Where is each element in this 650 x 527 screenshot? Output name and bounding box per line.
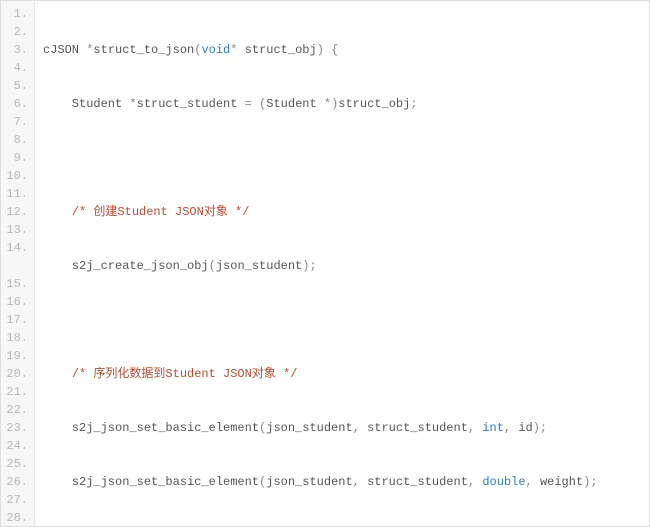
line-number: 5. [1, 77, 28, 95]
line-number: 24. [1, 437, 28, 455]
line-number: 20. [1, 365, 28, 383]
line-number: 16. [1, 293, 28, 311]
code-line: s2j_json_set_basic_element(json_student,… [43, 419, 649, 437]
code-line: /* 序列化数据到Student JSON对象 */ [43, 365, 649, 383]
line-number: 8. [1, 131, 28, 149]
line-number: 2. [1, 23, 28, 41]
line-number: 13. [1, 221, 28, 239]
line-number: 1. [1, 5, 28, 23]
code-line: s2j_create_json_obj(json_student); [43, 257, 649, 275]
line-number: 22. [1, 401, 28, 419]
line-number: 23. [1, 419, 28, 437]
line-number: 28. [1, 509, 28, 527]
line-number: 27. [1, 491, 28, 509]
line-number: 11. [1, 185, 28, 203]
code-line [43, 149, 649, 167]
line-number: 25. [1, 455, 28, 473]
code-line [43, 311, 649, 329]
line-number: 14. [1, 239, 28, 257]
line-number: 15. [1, 275, 28, 293]
line-number: 6. [1, 95, 28, 113]
line-number [1, 257, 28, 275]
code-line: Student *struct_student = (Student *)str… [43, 95, 649, 113]
code-editor: 1. 2. 3. 4. 5. 6. 7. 8. 9. 10. 11. 12. 1… [0, 0, 650, 527]
code-area[interactable]: cJSON *struct_to_json(void* struct_obj) … [35, 1, 649, 526]
line-number-gutter: 1. 2. 3. 4. 5. 6. 7. 8. 9. 10. 11. 12. 1… [1, 1, 35, 526]
line-number: 4. [1, 59, 28, 77]
code-line: /* 创建Student JSON对象 */ [43, 203, 649, 221]
line-number: 12. [1, 203, 28, 221]
line-number: 3. [1, 41, 28, 59]
line-number: 10. [1, 167, 28, 185]
line-number: 18. [1, 329, 28, 347]
line-number: 21. [1, 383, 28, 401]
line-number: 7. [1, 113, 28, 131]
line-number: 26. [1, 473, 28, 491]
code-line: cJSON *struct_to_json(void* struct_obj) … [43, 41, 649, 59]
line-number: 9. [1, 149, 28, 167]
code-line: s2j_json_set_basic_element(json_student,… [43, 473, 649, 491]
line-number: 17. [1, 311, 28, 329]
line-number: 19. [1, 347, 28, 365]
